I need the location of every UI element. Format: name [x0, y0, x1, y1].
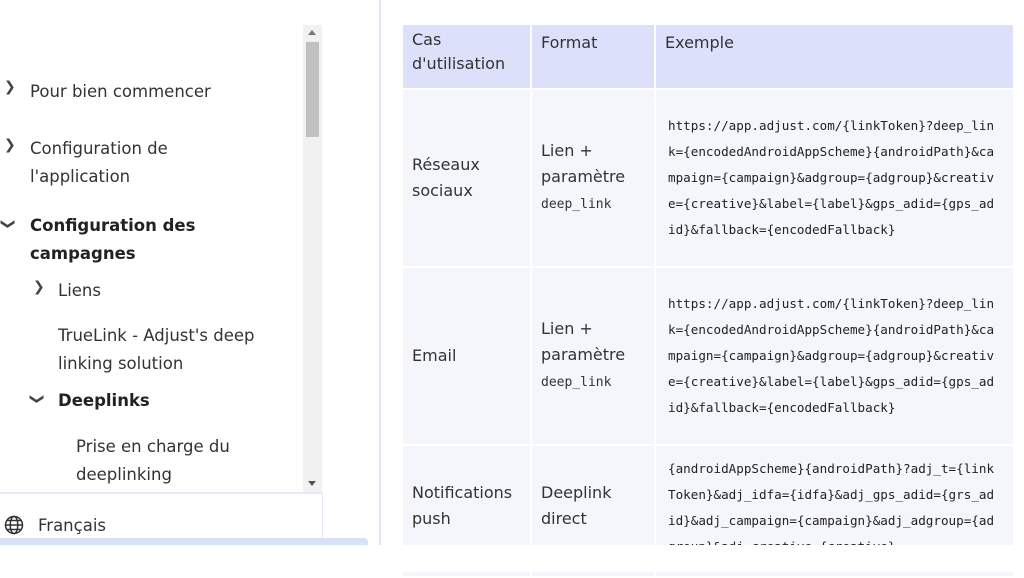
format-text: Deeplink direct	[541, 483, 612, 528]
scroll-down-icon[interactable]	[308, 481, 316, 486]
scroll-thumb[interactable]	[306, 42, 319, 137]
language-selector[interactable]: Français	[4, 515, 106, 535]
nav-item-deeplinks[interactable]: Deeplinks	[58, 387, 150, 415]
chevron-right-icon[interactable]: ❯	[33, 279, 45, 295]
cell-format: Lien + paramètre deep_link	[532, 90, 654, 266]
nav-item-links[interactable]: Liens	[58, 277, 101, 305]
header-format: Format	[532, 25, 654, 88]
nav-item-getting-started[interactable]: Pour bien commencer	[30, 78, 211, 106]
nav-item-campaign-config[interactable]: Configuration des campagnes	[30, 212, 210, 268]
nav-item-deeplinking-support[interactable]: Prise en charge du deeplinking	[76, 433, 246, 489]
deeplink-format-table: Cas d'utilisation Format Exemple Réseaux…	[401, 23, 1015, 578]
format-code: deep_link	[541, 375, 612, 390]
chevron-down-icon[interactable]: ❯	[29, 393, 45, 405]
content-divider	[379, 0, 381, 546]
scroll-up-icon[interactable]	[308, 30, 316, 35]
header-example: Exemple	[656, 25, 1013, 88]
sidebar-scrollbar[interactable]	[303, 25, 322, 492]
chevron-right-icon[interactable]: ❯	[4, 79, 16, 95]
cell-use-case: Réseaux sociaux	[403, 90, 530, 266]
format-text: Lien + paramètre	[541, 141, 626, 186]
divider	[0, 492, 322, 494]
cell-example: https://app.adjust.com/{linkToken}?deep_…	[656, 90, 1013, 266]
globe-icon	[4, 515, 24, 535]
chevron-right-icon[interactable]: ❯	[4, 137, 16, 153]
table-header-row: Cas d'utilisation Format Exemple	[403, 25, 1013, 88]
cell-use-case: Email	[403, 268, 530, 444]
table-row: Réseaux sociaux Lien + paramètre deep_li…	[403, 90, 1013, 266]
cell-format: Lien + paramètre deep_link	[532, 268, 654, 444]
viewport-bottom	[0, 545, 1024, 572]
table-row: Email Lien + paramètre deep_link https:/…	[403, 268, 1013, 444]
divider	[322, 492, 323, 540]
format-code: deep_link	[541, 197, 612, 212]
header-use-case: Cas d'utilisation	[403, 25, 530, 88]
language-label: Français	[38, 515, 107, 535]
sidebar-nav: ❯ Pour bien commencer ❯ Configuration de…	[0, 25, 303, 492]
nav-item-truelink[interactable]: TrueLink - Adjust's deep linking solutio…	[58, 322, 273, 378]
cell-example: https://app.adjust.com/{linkToken}?deep_…	[656, 268, 1013, 444]
nav-item-app-config[interactable]: Configuration de l'application	[30, 135, 200, 191]
chevron-down-icon[interactable]: ❯	[0, 218, 16, 230]
format-text: Lien + paramètre	[541, 319, 626, 364]
